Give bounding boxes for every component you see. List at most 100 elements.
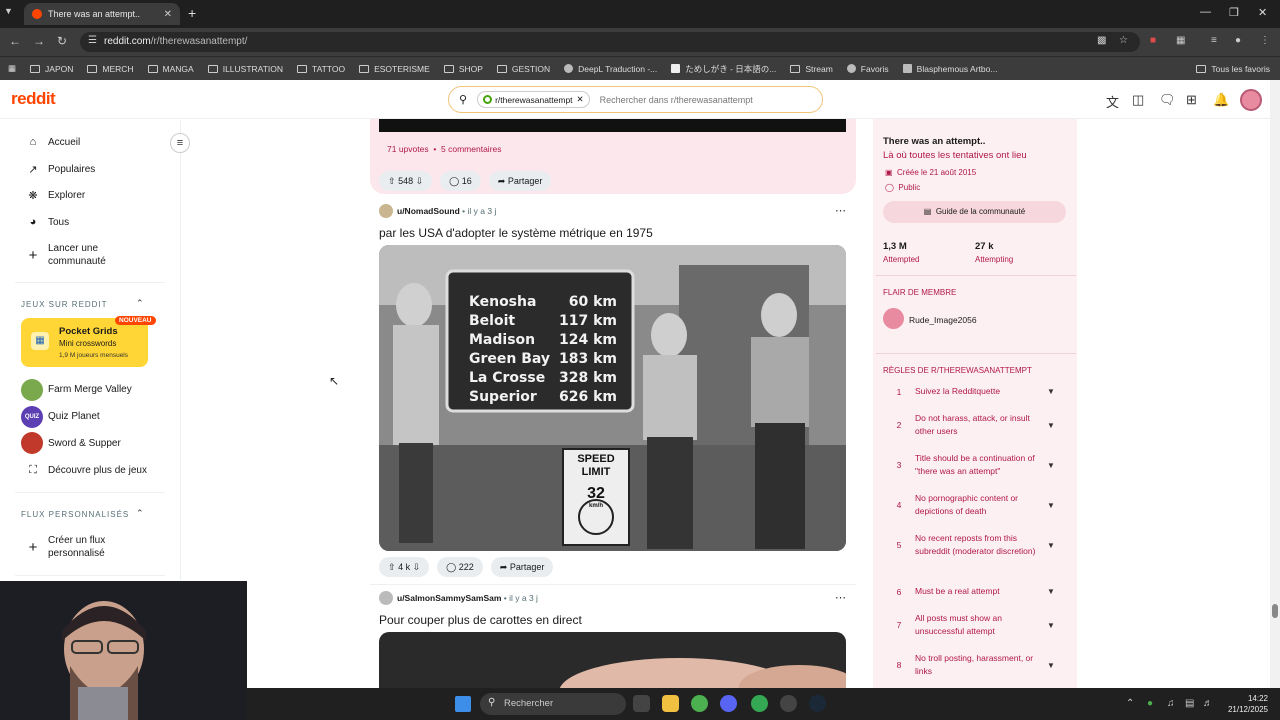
chrome-icon[interactable] [691,695,708,712]
new-tab-icon[interactable]: + [188,5,196,21]
search-bar[interactable]: ⚲ r/therewasanattempt ✕ Rechercher dans r… [448,86,823,113]
create-community-button[interactable]: + Lancer une communauté [26,242,106,268]
security-icon[interactable]: ● [1147,698,1153,709]
scrollbar-thumb[interactable] [1272,604,1278,618]
rule-item[interactable]: 7 All posts must show an unsuccessful att… [883,612,1063,638]
discord-icon[interactable] [720,695,737,712]
rule-item[interactable]: 4 No pornographic content or depictions o… [883,492,1063,518]
chat-icon[interactable]: 🗨 [1159,92,1176,108]
create-post-icon[interactable]: ⊞ [1186,92,1197,108]
obs-icon[interactable] [780,695,797,712]
rule-item[interactable]: 6 Must be a real attempt ▼ [883,585,1063,598]
remove-chip-icon[interactable]: ✕ [577,94,584,105]
search-input[interactable]: Rechercher dans r/therewasanattempt [600,95,753,105]
downvote-icon[interactable]: ⇩ [416,176,424,187]
bookmark-shop[interactable]: SHOP [443,64,483,74]
post-author[interactable]: u/NomadSound [397,206,460,216]
bookmark-illustration[interactable]: ILLUSTRATION [207,64,283,74]
menu-icon[interactable]: ⋮ [1260,35,1270,46]
profile-icon[interactable]: ● [1235,35,1241,46]
comments-count[interactable]: 5 commentaires [441,144,501,154]
user-avatar[interactable] [1240,89,1262,111]
reload-icon[interactable]: ↻ [57,34,67,48]
collapse-games-icon[interactable]: ⌃ [136,298,144,309]
back-icon[interactable]: ← [9,34,21,48]
nav-all[interactable]: ◕ Tous [26,216,69,228]
browser-tab[interactable]: There was an attempt.. ✕ [24,3,180,25]
windows-start-icon[interactable] [455,696,471,712]
notifications-icon[interactable]: 🔔 [1213,92,1229,108]
game-farm-merge-valley[interactable]: Farm Merge Valley [48,384,132,395]
post-title[interactable]: Pour couper plus de carottes en direct [379,613,582,627]
ads-icon[interactable]: ◫ [1132,92,1144,108]
upvote-icon[interactable]: ⇧ [388,562,396,573]
install-app-icon[interactable]: ▩ [1097,35,1106,46]
apps-icon[interactable]: ▦ [8,63,16,74]
post-options-icon[interactable]: ⋯ [835,204,846,217]
steam-icon[interactable] [809,695,826,712]
comments-button[interactable]: ◯ 222 [437,557,483,577]
community-guide-button[interactable]: ▤ Guide de la communauté [883,201,1066,223]
bookmark-manga[interactable]: MANGA [147,64,194,74]
rule-item[interactable]: 3 Title should be a continuation of "ther… [883,452,1063,478]
all-bookmarks[interactable]: Tous les favoris [1196,64,1270,74]
extensions-icon[interactable]: ▦ [1176,35,1185,46]
taskbar-clock[interactable]: 14:22 21/12/2025 [1222,693,1268,715]
flair-username[interactable]: Rude_Image2056 [909,315,977,325]
taskbar-search[interactable]: Rechercher [480,693,626,715]
adblock-icon[interactable]: ■ [1150,35,1156,46]
author-avatar[interactable] [379,204,393,218]
author-avatar[interactable] [379,591,393,605]
bookmark-stream[interactable]: Stream [790,64,833,74]
bookmark-star-icon[interactable]: ☆ [1119,35,1128,46]
nav-popular[interactable]: ↗ Populaires [26,163,95,176]
tab-search-icon[interactable]: ▼ [4,6,13,16]
nav-home[interactable]: ⌂ Accueil [26,136,81,148]
network-icon[interactable]: ▤ [1185,698,1194,709]
site-info-icon[interactable]: ☰ [88,35,97,46]
bookmark-favoris[interactable]: Favoris [846,64,889,74]
post-title[interactable]: par les USA d'adopter le système métriqu… [379,226,653,240]
minimize-icon[interactable]: — [1200,6,1211,18]
bookmark-deepl[interactable]: DeepL Traduction -... [564,64,657,74]
reddit-logo[interactable]: reddit [11,89,56,109]
task-view-icon[interactable] [633,695,650,712]
downvote-icon[interactable]: ⇩ [413,562,421,573]
previous-post-media[interactable] [379,119,846,132]
share-button[interactable]: ➦ Partager [490,557,554,577]
share-button[interactable]: ➦ Partager [488,171,552,191]
game-quiz-planet[interactable]: Quiz Planet [48,411,100,422]
comments-button[interactable]: ◯ 16 [440,171,481,191]
microphone-icon[interactable]: ♫ [1167,698,1175,709]
rule-item[interactable]: 5 No recent reposts from this subreddit (… [883,532,1063,558]
bookmark-merch[interactable]: MERCH [87,64,134,74]
post-options-icon[interactable]: ⋯ [835,591,846,604]
close-tab-icon[interactable]: ✕ [164,9,172,20]
rule-item[interactable]: 8 No troll posting, harassment, or links ▼ [883,652,1063,678]
file-explorer-icon[interactable] [662,695,679,712]
bookmark-tattoo[interactable]: TATTOO [297,64,345,74]
create-feed-button[interactable]: + Créer un flux personnalisé [26,534,106,560]
discover-more-games[interactable]: ⛶ Découvre plus de jeux [26,464,147,477]
bookmark-esoterisme[interactable]: ESOTERISME [359,64,430,74]
nav-explore[interactable]: ❋ Explorer [26,189,85,202]
games-section-header[interactable]: JEUX SUR REDDIT [21,300,108,309]
tray-overflow-icon[interactable]: ⌃ [1126,698,1134,709]
upvote-icon[interactable]: ⇧ [388,176,396,187]
rule-item[interactable]: 2 Do not harass, attack, or insult other … [883,412,1063,438]
rule-item[interactable]: 1 Suivez la Redditquette ▼ [883,385,1063,398]
restore-icon[interactable]: ❐ [1229,6,1239,19]
page-scrollbar[interactable] [1270,80,1280,688]
post-author[interactable]: u/SalmonSammySamSam [397,593,501,603]
window-close-icon[interactable]: ✕ [1258,6,1267,19]
reading-list-icon[interactable]: ≡ [1211,35,1217,46]
bookmark-blasphemous[interactable]: Blasphemous Artbo... [902,64,997,74]
volume-icon[interactable]: ♬ [1203,698,1213,709]
chrome-active-icon[interactable] [751,695,768,712]
feeds-section-header[interactable]: FLUX PERSONNALISÉS [21,510,129,519]
forward-icon[interactable]: → [33,34,45,48]
game-sword-and-supper[interactable]: Sword & Supper [48,438,121,449]
bookmark-gestion[interactable]: GESTION [496,64,550,74]
pocket-grids-card[interactable]: ▦ Pocket Grids Mini crosswords 1,9 M jou… [21,316,156,367]
bookmark-japon[interactable]: JAPON [30,64,73,74]
